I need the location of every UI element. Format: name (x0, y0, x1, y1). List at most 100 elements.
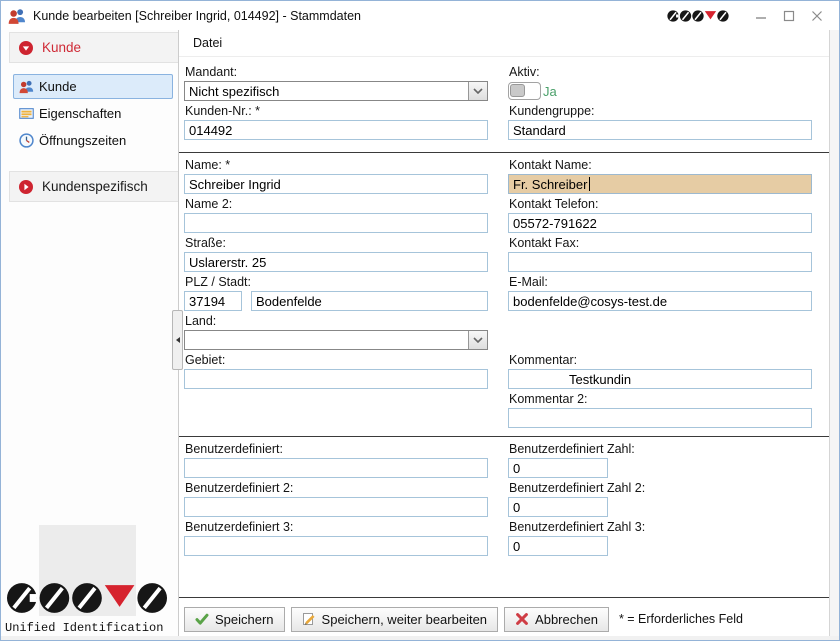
kontakt-fax-label: Kontakt Fax: (509, 236, 812, 250)
strasse-label: Straße: (185, 236, 488, 250)
email-input[interactable] (508, 291, 812, 311)
name-label: Name: * (185, 158, 488, 172)
kommentar2-input[interactable] (508, 408, 812, 428)
sidebar-item-eigenschaften[interactable]: Eigenschaften (13, 101, 173, 126)
strasse-input[interactable] (184, 252, 488, 272)
benutzerdefiniert3-input[interactable] (184, 536, 488, 556)
text-caret (589, 177, 590, 191)
section-address: Name: * Name 2: Straße: PLZ / Stadt: Lan… (179, 153, 829, 436)
kunden-nr-input[interactable] (184, 120, 488, 140)
close-button[interactable] (803, 5, 831, 27)
sidebar-group-label: Kundenspezifisch (42, 179, 148, 194)
sidebar-collapse-handle[interactable] (172, 310, 183, 370)
cosys-logo-icon (667, 9, 729, 23)
benutzerdefiniert-input[interactable] (184, 458, 488, 478)
app-window: Kunde bearbeiten [Schreiber Ingrid, 0144… (0, 0, 840, 641)
kontakt-fax-input[interactable] (508, 252, 812, 272)
chevron-down-icon[interactable] (468, 331, 487, 349)
cosys-logo-large-icon (6, 580, 168, 616)
chevron-left-icon (173, 337, 180, 343)
customer-window-icon (8, 7, 26, 25)
kommentar-input[interactable] (508, 369, 812, 389)
mandant-label: Mandant: (185, 65, 488, 79)
button-bar: Speichern Speichern, weiter bearbeiten A… (179, 598, 829, 640)
maximize-button[interactable] (775, 5, 803, 27)
stadt-input[interactable] (251, 291, 488, 311)
column-left: Name: * Name 2: Straße: PLZ / Stadt: Lan… (184, 155, 488, 436)
save-continue-button[interactable]: Speichern, weiter bearbeiten (291, 607, 499, 632)
logo-caption: Unified Identification (5, 621, 177, 635)
sidebar-item-label: Öffnungszeiten (39, 133, 126, 148)
mandant-select[interactable]: Nicht spezifisch (184, 81, 488, 101)
name2-label: Name 2: (185, 197, 488, 211)
gebiet-label: Gebiet: (185, 353, 488, 367)
land-label: Land: (185, 314, 488, 328)
kontakt-name-input[interactable] (508, 174, 812, 194)
cancel-button-label: Abbrechen (535, 612, 598, 627)
toggle-knob (510, 84, 525, 97)
benutzerdefiniert3-label: Benutzerdefiniert 3: (185, 520, 488, 534)
spacer (508, 311, 812, 350)
kommentar-label: Kommentar: (509, 353, 812, 367)
section-top: Mandant: Nicht spezifisch Kunden-Nr.: * … (179, 57, 829, 152)
bd-zahl3-input[interactable] (508, 536, 608, 556)
sidebar-group-kunde[interactable]: Kunde (9, 32, 178, 63)
email-label: E-Mail: (509, 275, 812, 289)
sidebar-group-label: Kunde (42, 40, 81, 55)
plz-input[interactable] (184, 291, 242, 311)
menu-datei[interactable]: Datei (193, 36, 222, 50)
benutzerdefiniert-label: Benutzerdefiniert: (185, 442, 488, 456)
cancel-button[interactable]: Abbrechen (504, 607, 609, 632)
menu-bar: Datei (179, 30, 829, 57)
sidebar-item-label: Eigenschaften (39, 106, 121, 121)
save-button[interactable]: Speichern (184, 607, 285, 632)
section-custom: Benutzerdefiniert: Benutzerdefiniert 2: … (179, 437, 829, 597)
aktiv-toggle[interactable] (508, 82, 541, 100)
aktiv-label: Aktiv: (509, 65, 812, 79)
sidebar-item-kunde[interactable]: Kunde (13, 74, 173, 99)
collapse-down-icon (19, 41, 33, 55)
kontakt-telefon-input[interactable] (508, 213, 812, 233)
column-right: Kontakt Name: Kontakt Telefon: Kontakt F… (508, 155, 812, 436)
column-left: Mandant: Nicht spezifisch Kunden-Nr.: * (184, 62, 488, 152)
save-button-label: Speichern (215, 612, 274, 627)
land-value (185, 331, 468, 349)
bd-zahl-label: Benutzerdefiniert Zahl: (509, 442, 812, 456)
gebiet-input[interactable] (184, 369, 488, 389)
kunden-nr-label: Kunden-Nr.: * (185, 104, 488, 118)
bd-zahl2-label: Benutzerdefiniert Zahl 2: (509, 481, 812, 495)
title-bar: Kunde bearbeiten [Schreiber Ingrid, 0144… (1, 1, 839, 31)
kontakt-telefon-label: Kontakt Telefon: (509, 197, 812, 211)
name-input[interactable] (184, 174, 488, 194)
sidebar-group-kundenspezifisch[interactable]: Kundenspezifisch (9, 171, 178, 202)
plz-stadt-label: PLZ / Stadt: (185, 275, 488, 289)
bd-zahl-input[interactable] (508, 458, 608, 478)
edit-icon (302, 612, 316, 626)
properties-icon (19, 106, 34, 121)
aktiv-value: Ja (543, 84, 557, 99)
land-select[interactable] (184, 330, 488, 350)
sidebar-group-items: Kunde Eigenschaften Öffnungszeiten (1, 63, 178, 169)
name2-input[interactable] (184, 213, 488, 233)
kundengruppe-input[interactable] (508, 120, 812, 140)
window-title: Kunde bearbeiten [Schreiber Ingrid, 0144… (33, 9, 361, 23)
bottom-strip (1, 636, 839, 640)
minimize-button[interactable] (747, 5, 775, 27)
sidebar-item-oeffnungszeiten[interactable]: Öffnungszeiten (13, 128, 173, 153)
collapse-right-icon (19, 180, 33, 194)
chevron-down-icon[interactable] (468, 82, 487, 100)
column-right: Benutzerdefiniert Zahl: Benutzerdefinier… (508, 439, 812, 597)
kommentar2-label: Kommentar 2: (509, 392, 812, 406)
users-icon (19, 79, 34, 94)
bd-zahl2-input[interactable] (508, 497, 608, 517)
required-field-note: * = Erforderliches Feld (619, 612, 743, 626)
mandant-value: Nicht spezifisch (185, 82, 468, 100)
kontakt-name-label: Kontakt Name: (509, 158, 812, 172)
main-panel: Datei Mandant: Nicht spezifisch Kunden-N… (179, 30, 829, 640)
cancel-icon (515, 612, 529, 626)
column-right: Aktiv: Ja Kundengruppe: (508, 62, 812, 152)
column-left: Benutzerdefiniert: Benutzerdefiniert 2: … (184, 439, 488, 597)
bd-zahl3-label: Benutzerdefiniert Zahl 3: (509, 520, 812, 534)
benutzerdefiniert2-input[interactable] (184, 497, 488, 517)
benutzerdefiniert2-label: Benutzerdefiniert 2: (185, 481, 488, 495)
